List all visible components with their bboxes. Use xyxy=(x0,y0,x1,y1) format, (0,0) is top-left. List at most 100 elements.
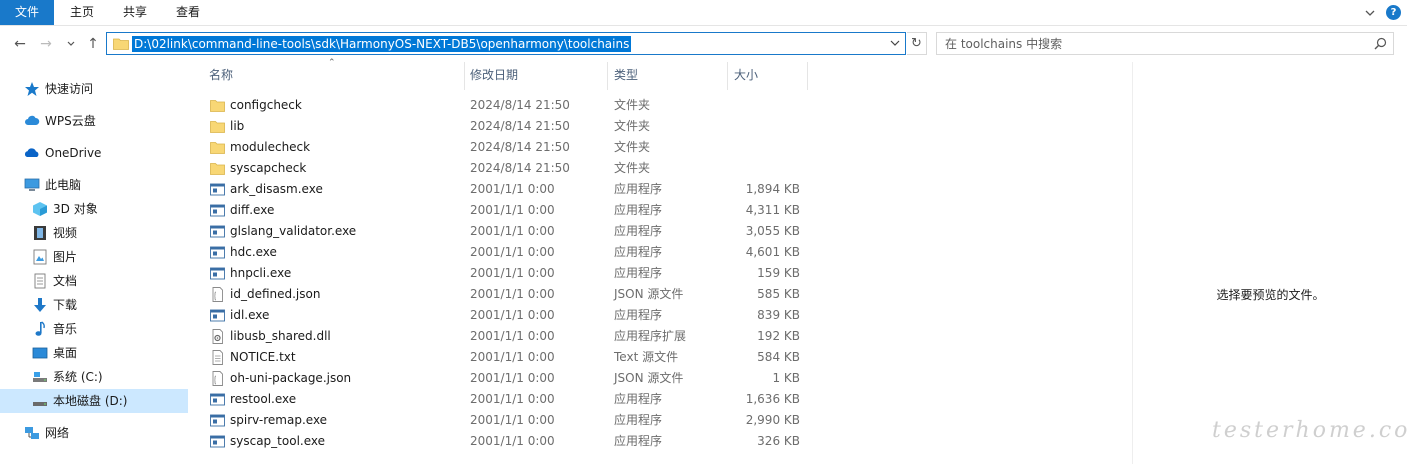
expand-ribbon-icon[interactable] xyxy=(1363,6,1377,20)
file-row[interactable]: configcheck 2024/8/14 21:50 文件夹 xyxy=(195,95,807,116)
sidebar-item-videos[interactable]: 视频 xyxy=(0,221,188,245)
search-icon[interactable] xyxy=(1374,37,1387,50)
file-row[interactable]: restool.exe 2001/1/1 0:00 应用程序 1,636 KB xyxy=(195,389,807,410)
tab-home[interactable]: 主页 xyxy=(66,0,98,25)
file-name[interactable]: restool.exe xyxy=(230,389,296,410)
column-header-date[interactable]: 修改日期 xyxy=(470,62,607,90)
file-name[interactable]: id_defined.json xyxy=(230,284,320,305)
file-name[interactable]: spirv-remap.exe xyxy=(230,410,327,431)
file-name[interactable]: lib xyxy=(230,116,244,137)
sidebar-item-label: WPS云盘 xyxy=(45,114,96,128)
desktop-icon xyxy=(32,347,48,359)
file-row[interactable]: libusb_shared.dll 2001/1/1 0:00 应用程序扩展 1… xyxy=(195,326,807,347)
search-input[interactable] xyxy=(937,33,1357,54)
file-row[interactable]: lib 2024/8/14 21:50 文件夹 xyxy=(195,116,807,137)
address-path[interactable]: D:\02link\command-line-tools\sdk\Harmony… xyxy=(132,36,632,52)
file-size: 159 KB xyxy=(757,266,800,280)
sidebar-item-quick-access[interactable]: 快速访问 xyxy=(0,77,188,101)
tab-view[interactable]: 查看 xyxy=(172,0,204,25)
sidebar-item-drive-c[interactable]: 系统 (C:) xyxy=(0,365,188,389)
file-row[interactable]: NOTICE.txt 2001/1/1 0:00 Text 源文件 584 KB xyxy=(195,347,807,368)
sidebar-item-pictures[interactable]: 图片 xyxy=(0,245,188,269)
file-name[interactable]: syscap_tool.exe xyxy=(230,431,325,452)
tab-share[interactable]: 共享 xyxy=(119,0,151,25)
help-icon[interactable]: ? xyxy=(1386,5,1401,20)
sidebar-item-this-pc[interactable]: 此电脑 xyxy=(0,173,188,197)
sidebar-item-music[interactable]: 音乐 xyxy=(0,317,188,341)
file-name[interactable]: hnpcli.exe xyxy=(230,263,291,284)
ribbon: 文件 主页 共享 查看 ? xyxy=(0,0,1407,26)
refresh-icon[interactable]: ↻ xyxy=(907,32,927,55)
file-type: 文件夹 xyxy=(614,161,651,175)
file-name[interactable]: modulecheck xyxy=(230,137,310,158)
file-size: 839 KB xyxy=(757,308,800,322)
column-divider[interactable] xyxy=(807,62,808,90)
column-header-type[interactable]: 类型 xyxy=(614,62,727,90)
file-date: 2001/1/1 0:00 xyxy=(470,434,555,448)
column-divider[interactable] xyxy=(464,62,465,90)
file-row[interactable]: diff.exe 2001/1/1 0:00 应用程序 4,311 KB xyxy=(195,200,807,221)
sidebar-item-wps-cloud[interactable]: WPS云盘 xyxy=(0,109,188,133)
file-date: 2001/1/1 0:00 xyxy=(470,350,555,364)
forward-icon[interactable]: → xyxy=(38,34,54,54)
file-date: 2001/1/1 0:00 xyxy=(470,329,555,343)
file-size: 585 KB xyxy=(757,287,800,301)
sidebar-item-downloads[interactable]: 下载 xyxy=(0,293,188,317)
file-name[interactable]: diff.exe xyxy=(230,200,274,221)
file-row[interactable]: syscapcheck 2024/8/14 21:50 文件夹 xyxy=(195,158,807,179)
file-date: 2024/8/14 21:50 xyxy=(470,140,570,154)
sidebar-item-label: 下载 xyxy=(53,298,78,312)
sidebar-item-3d-objects[interactable]: 3D 对象 xyxy=(0,197,188,221)
column-header-name[interactable]: 名称 xyxy=(209,62,464,90)
file-date: 2024/8/14 21:50 xyxy=(470,161,570,175)
file-name[interactable]: configcheck xyxy=(230,95,302,116)
exe-icon xyxy=(210,309,225,322)
file-row[interactable]: modulecheck 2024/8/14 21:50 文件夹 xyxy=(195,137,807,158)
file-row[interactable]: hdc.exe 2001/1/1 0:00 应用程序 4,601 KB xyxy=(195,242,807,263)
sidebar-item-desktop[interactable]: 桌面 xyxy=(0,341,188,365)
file-row[interactable]: idl.exe 2001/1/1 0:00 应用程序 839 KB xyxy=(195,305,807,326)
sidebar-item-label: 视频 xyxy=(53,226,78,240)
file-name[interactable]: syscapcheck xyxy=(230,158,306,179)
file-date: 2001/1/1 0:00 xyxy=(470,203,555,217)
search-box[interactable] xyxy=(936,32,1394,55)
address-bar[interactable]: D:\02link\command-line-tools\sdk\Harmony… xyxy=(106,32,906,55)
column-divider[interactable] xyxy=(727,62,728,90)
file-row[interactable]: oh-uni-package.json 2001/1/1 0:00 JSON 源… xyxy=(195,368,807,389)
cube-icon xyxy=(33,202,47,216)
recent-locations-icon[interactable] xyxy=(66,39,76,49)
file-name[interactable]: NOTICE.txt xyxy=(230,347,296,368)
file-type: 应用程序扩展 xyxy=(614,329,687,343)
up-icon[interactable]: ↑ xyxy=(85,34,101,54)
file-type: 应用程序 xyxy=(614,224,663,238)
sidebar-item-onedrive[interactable]: OneDrive xyxy=(0,141,188,165)
sidebar-item-label: 文档 xyxy=(53,274,78,288)
back-icon[interactable]: ← xyxy=(12,34,28,54)
file-name[interactable]: ark_disasm.exe xyxy=(230,179,323,200)
preview-pane: 选择要预览的文件。 xyxy=(1132,62,1407,464)
file-size: 1,894 KB xyxy=(745,182,800,196)
sidebar-item-drive-d[interactable]: 本地磁盘 (D:) xyxy=(0,389,188,413)
file-size: 2,990 KB xyxy=(745,413,800,427)
computer-icon xyxy=(24,178,40,191)
file-name[interactable]: glslang_validator.exe xyxy=(230,221,356,242)
json-file-icon xyxy=(212,371,223,386)
column-header-size[interactable]: 大小 xyxy=(734,62,807,90)
file-name[interactable]: idl.exe xyxy=(230,305,269,326)
file-size: 192 KB xyxy=(757,329,800,343)
file-row[interactable]: glslang_validator.exe 2001/1/1 0:00 应用程序… xyxy=(195,221,807,242)
address-dropdown-icon[interactable] xyxy=(889,37,901,49)
file-row[interactable]: hnpcli.exe 2001/1/1 0:00 应用程序 159 KB xyxy=(195,263,807,284)
sidebar-item-documents[interactable]: 文档 xyxy=(0,269,188,293)
file-name[interactable]: hdc.exe xyxy=(230,242,277,263)
file-name[interactable]: libusb_shared.dll xyxy=(230,326,331,347)
file-row[interactable]: ark_disasm.exe 2001/1/1 0:00 应用程序 1,894 … xyxy=(195,179,807,200)
tab-file[interactable]: 文件 xyxy=(0,0,54,25)
file-row[interactable]: spirv-remap.exe 2001/1/1 0:00 应用程序 2,990… xyxy=(195,410,807,431)
file-row[interactable]: syscap_tool.exe 2001/1/1 0:00 应用程序 326 K… xyxy=(195,431,807,452)
column-divider[interactable] xyxy=(607,62,608,90)
sidebar-item-label: 3D 对象 xyxy=(53,202,98,216)
file-row[interactable]: id_defined.json 2001/1/1 0:00 JSON 源文件 5… xyxy=(195,284,807,305)
sidebar-item-network[interactable]: 网络 xyxy=(0,421,188,445)
file-name[interactable]: oh-uni-package.json xyxy=(230,368,351,389)
